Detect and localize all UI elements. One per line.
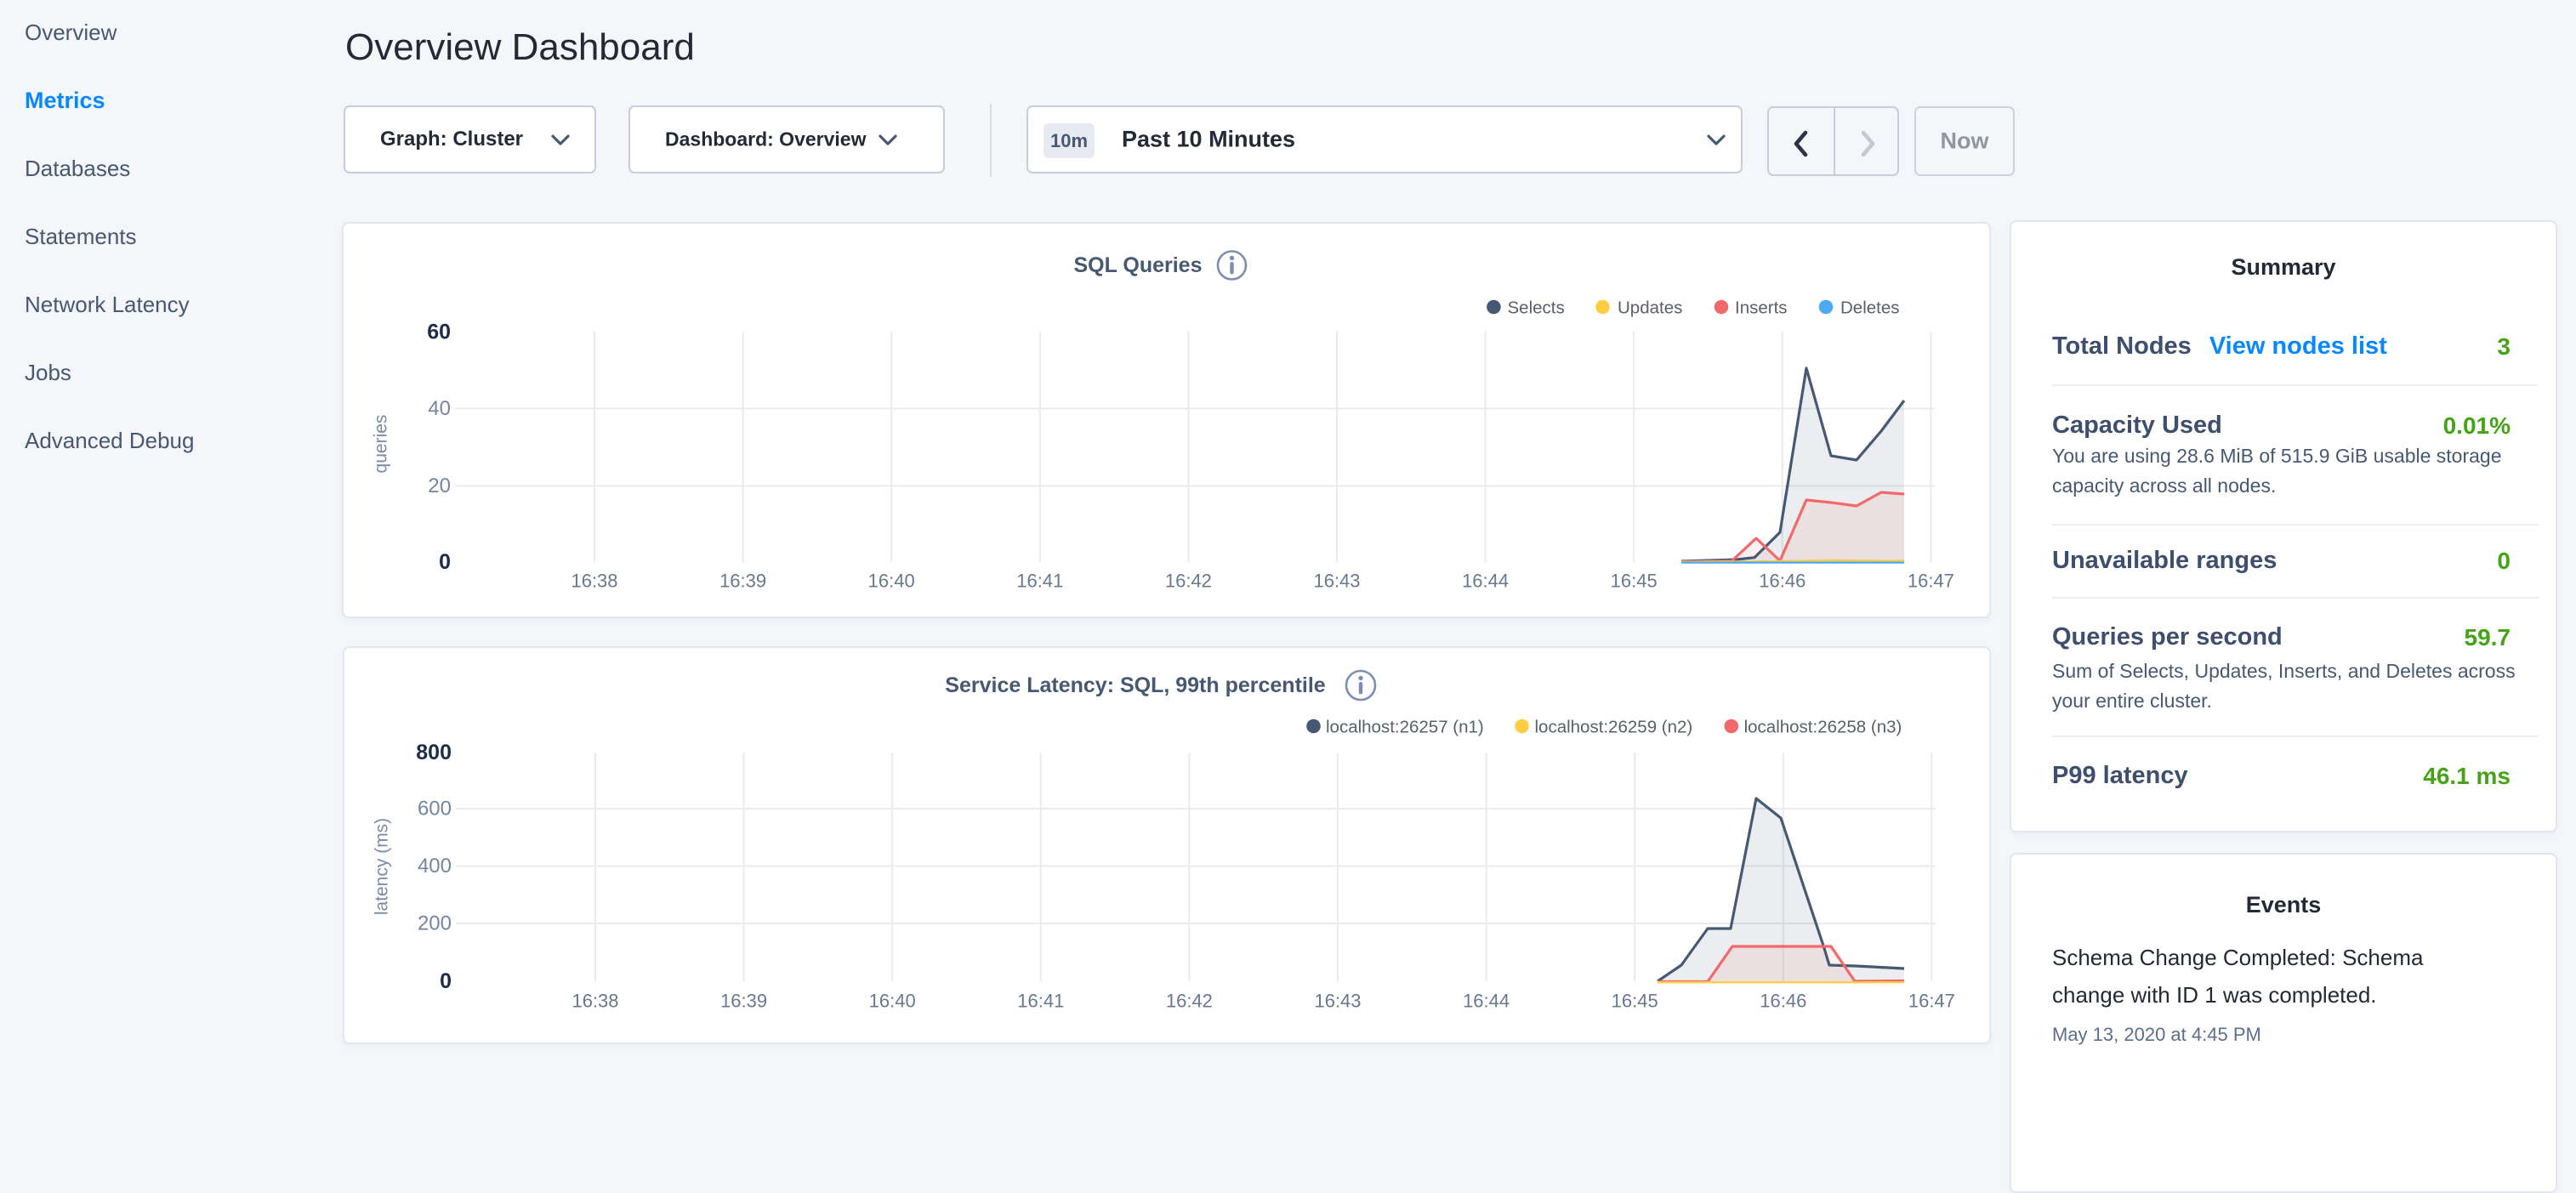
svg-text:16:43: 16:43	[1314, 991, 1361, 1012]
svg-text:16:39: 16:39	[719, 571, 766, 592]
svg-text:Service Latency: SQL, 99th per: Service Latency: SQL, 99th percentile	[945, 673, 1325, 697]
svg-text:600: 600	[418, 798, 452, 821]
svg-text:16:40: 16:40	[868, 571, 915, 592]
svg-text:16:46: 16:46	[1760, 991, 1806, 1012]
svg-text:16:38: 16:38	[571, 571, 617, 592]
svg-text:16:41: 16:41	[1017, 991, 1064, 1012]
svg-text:Inserts: Inserts	[1735, 298, 1788, 318]
svg-text:16:42: 16:42	[1166, 991, 1213, 1012]
svg-text:SQL Queries: SQL Queries	[1074, 253, 1203, 277]
svg-text:16:47: 16:47	[1908, 571, 1954, 592]
svg-text:16:43: 16:43	[1313, 571, 1360, 592]
svg-text:800: 800	[416, 741, 452, 764]
svg-text:16:44: 16:44	[1462, 571, 1509, 592]
svg-text:latency (ms): latency (ms)	[372, 818, 392, 915]
svg-text:16:38: 16:38	[571, 991, 618, 1012]
svg-text:Updates: Updates	[1618, 298, 1682, 318]
svg-text:200: 200	[418, 912, 452, 935]
svg-text:16:42: 16:42	[1165, 571, 1212, 592]
svg-text:localhost:26257 (n1): localhost:26257 (n1)	[1326, 718, 1484, 737]
svg-text:16:45: 16:45	[1611, 571, 1658, 592]
svg-text:16:41: 16:41	[1016, 571, 1063, 592]
svg-text:16:39: 16:39	[720, 991, 767, 1012]
svg-text:60: 60	[427, 321, 451, 344]
svg-text:Selects: Selects	[1508, 298, 1565, 318]
svg-text:localhost:26258 (n3): localhost:26258 (n3)	[1744, 718, 1902, 737]
svg-text:0: 0	[439, 550, 451, 574]
svg-text:16:47: 16:47	[1908, 991, 1955, 1012]
svg-text:16:44: 16:44	[1463, 991, 1510, 1012]
svg-text:20: 20	[428, 474, 451, 497]
svg-text:16:46: 16:46	[1759, 571, 1805, 592]
svg-text:16:45: 16:45	[1612, 991, 1658, 1012]
svg-text:40: 40	[428, 397, 451, 420]
svg-text:400: 400	[418, 855, 452, 878]
svg-text:queries: queries	[372, 415, 391, 474]
svg-text:localhost:26259 (n2): localhost:26259 (n2)	[1535, 718, 1693, 737]
svg-text:Deletes: Deletes	[1840, 298, 1900, 318]
svg-text:16:40: 16:40	[869, 991, 916, 1012]
svg-text:0: 0	[440, 969, 452, 993]
